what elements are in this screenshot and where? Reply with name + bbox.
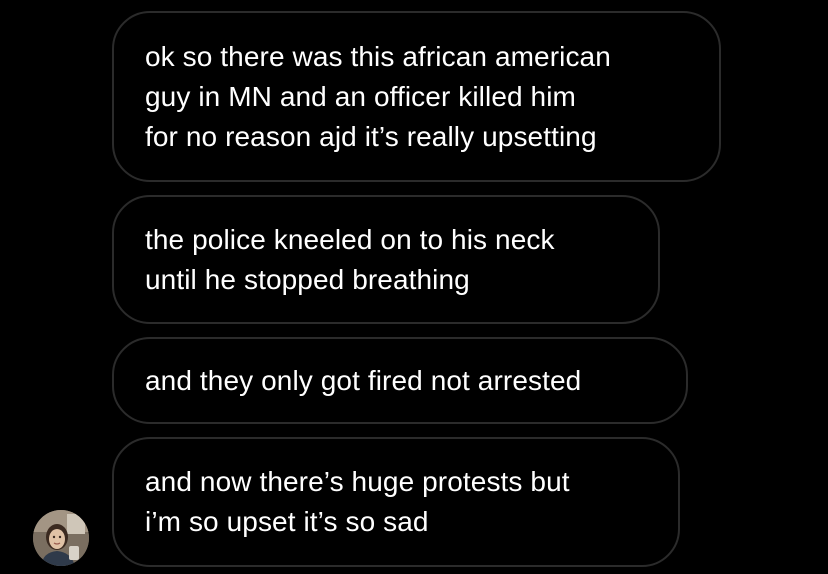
message-thread: ok so there was this african american gu… bbox=[0, 0, 828, 574]
message-bubble[interactable]: the police kneeled on to his neck until … bbox=[112, 195, 660, 324]
profile-photo-icon bbox=[33, 510, 89, 566]
message-bubble[interactable]: and they only got fired not arrested bbox=[112, 337, 688, 424]
message-text: and they only got fired not arrested bbox=[145, 364, 582, 396]
message-bubble[interactable]: ok so there was this african american gu… bbox=[112, 11, 721, 182]
message-text: and now there’s huge protests but i’m so… bbox=[145, 466, 570, 537]
message-bubble[interactable]: and now there’s huge protests but i’m so… bbox=[112, 437, 680, 567]
message-text: the police kneeled on to his neck until … bbox=[145, 223, 555, 295]
sender-avatar[interactable] bbox=[33, 510, 89, 566]
message-text: ok so there was this african american gu… bbox=[145, 40, 611, 152]
